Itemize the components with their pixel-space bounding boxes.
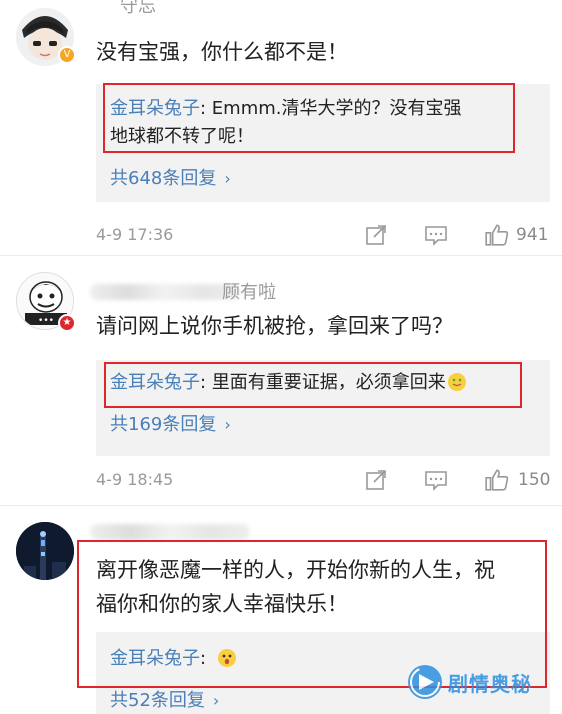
like-count: 150	[518, 470, 551, 490]
share-icon[interactable]	[364, 468, 388, 492]
comment-time: 4-9 17:36	[96, 225, 174, 244]
more-replies-label: 共169条回复	[110, 414, 217, 435]
comment-1: V 守忘 没有宝强，你什么都不是！ 金耳朵兔子: Emmm.清华大学的？没有宝强…	[0, 0, 562, 256]
more-replies-link[interactable]: 共648条回复 ›	[110, 164, 231, 190]
comment-icon[interactable]	[424, 468, 448, 492]
username[interactable]: 守忘	[120, 0, 156, 18]
username-blurred	[90, 284, 240, 300]
comment-time: 4-9 18:45	[96, 470, 174, 489]
watermark: 剧情奥秘	[408, 660, 532, 704]
comment-icon[interactable]	[424, 223, 448, 247]
comment-text: 没有宝强，你什么都不是！	[96, 40, 348, 64]
watermark-text: 剧情奥秘	[448, 671, 532, 696]
more-replies-link[interactable]: 共169条回复 ›	[110, 410, 231, 436]
username-blurred	[90, 524, 250, 540]
chevron-right-icon: ›	[212, 691, 220, 710]
watermark-logo-icon	[408, 665, 442, 699]
chevron-right-icon: ›	[224, 169, 231, 188]
more-replies-label: 共648条回复	[110, 168, 217, 189]
more-replies-label: 共52条回复	[110, 690, 205, 711]
star-badge-icon: ★	[58, 314, 76, 332]
comment-text: 请问网上说你手机被抢，拿回来了吗？	[96, 314, 453, 338]
avatar[interactable]	[16, 522, 74, 580]
more-replies-link[interactable]: 共52条回复 ›	[110, 686, 219, 712]
like-count: 941	[516, 225, 549, 245]
verified-badge-icon: V	[58, 46, 76, 64]
like-icon[interactable]	[484, 467, 510, 493]
highlight-box	[104, 362, 522, 408]
svg-text:•••: •••	[38, 316, 54, 326]
chevron-right-icon: ›	[224, 415, 231, 434]
avatar-image	[16, 522, 74, 580]
like-icon[interactable]	[484, 222, 510, 248]
comment-2: ••• ★ 顾有啦 请问网上说你手机被抢，拿回来了吗？ 金耳朵兔子: 里面有重要…	[0, 256, 562, 506]
highlight-box	[103, 83, 515, 153]
share-icon[interactable]	[364, 223, 388, 247]
username[interactable]: 顾有啦	[222, 278, 276, 304]
